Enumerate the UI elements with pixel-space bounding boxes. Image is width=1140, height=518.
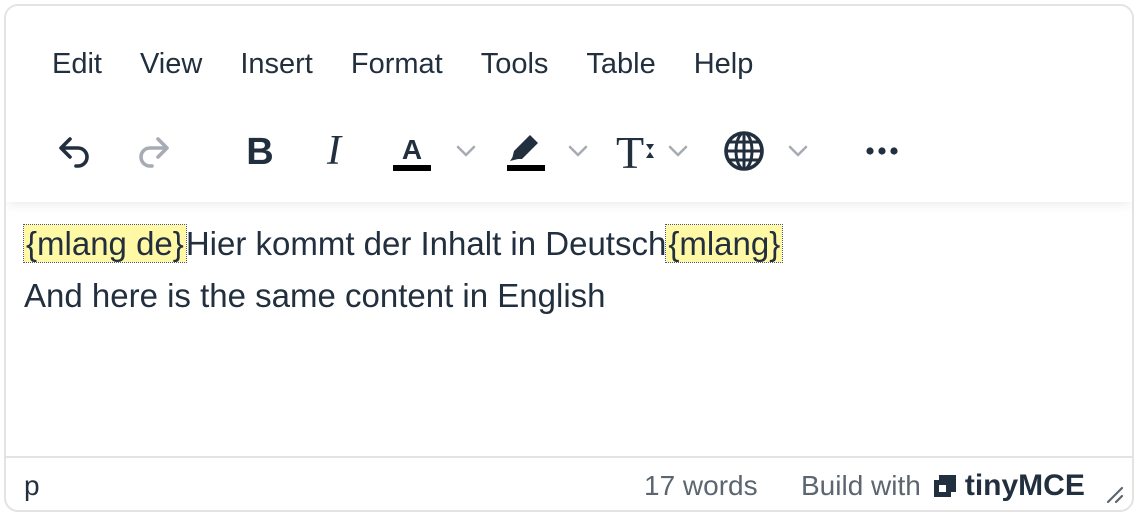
statusbar: p 17 words Build with tinyMCE	[6, 456, 1132, 510]
menu-table[interactable]: Table	[567, 40, 674, 88]
italic-button[interactable]: I	[306, 121, 362, 181]
branding-name: tinyMCE	[964, 469, 1085, 502]
resize-handle-icon[interactable]	[1102, 482, 1124, 504]
text-color-dropdown[interactable]	[454, 121, 478, 181]
font-size-icon: T	[616, 128, 654, 174]
language-dropdown[interactable]	[786, 121, 810, 181]
toolbar: B I A T	[6, 121, 1132, 181]
mlang-open-tag[interactable]: {mlang de}	[23, 224, 187, 263]
language-button[interactable]	[718, 121, 770, 181]
paragraph-german[interactable]: {mlang de}Hier kommt der Inhalt in Deuts…	[23, 218, 1114, 270]
font-size-dropdown[interactable]	[666, 121, 690, 181]
tinymce-logo-icon	[933, 475, 956, 497]
word-count[interactable]: 17 words	[644, 466, 758, 506]
language-globe-icon	[724, 131, 764, 171]
highlight-dropdown[interactable]	[566, 121, 590, 181]
editor-header: Edit View Insert Format Tools Table Help	[6, 6, 1132, 202]
german-text: Hier kommt der Inhalt in Deutsch	[185, 225, 667, 262]
menu-tools[interactable]: Tools	[462, 40, 568, 88]
text-color-icon: A	[393, 134, 431, 171]
redo-button[interactable]	[126, 121, 182, 181]
text-color-button[interactable]: A	[386, 121, 438, 181]
font-size-button[interactable]: T	[610, 121, 660, 181]
chevron-down-icon	[668, 145, 688, 157]
undo-button[interactable]	[46, 121, 102, 181]
editor-container: Edit View Insert Format Tools Table Help	[4, 4, 1134, 512]
chevron-down-icon	[568, 145, 588, 157]
svg-text:A: A	[402, 134, 422, 165]
menu-help[interactable]: Help	[675, 40, 773, 88]
undo-icon	[59, 137, 89, 168]
svg-text:T: T	[616, 128, 644, 174]
element-path[interactable]: p	[24, 466, 40, 506]
more-icon	[866, 147, 898, 155]
menu-insert[interactable]: Insert	[221, 40, 332, 88]
svg-text:I: I	[326, 131, 343, 171]
italic-icon: I	[326, 131, 343, 171]
svg-text:B: B	[246, 131, 273, 171]
highlight-icon	[507, 135, 545, 171]
more-button[interactable]	[854, 121, 910, 181]
chevron-down-icon	[456, 145, 476, 157]
highlight-button[interactable]	[500, 121, 552, 181]
bold-button[interactable]: B	[232, 121, 288, 181]
paragraph-english[interactable]: And here is the same content in English	[24, 270, 1114, 322]
chevron-down-icon	[788, 145, 808, 157]
menu-edit[interactable]: Edit	[34, 40, 121, 88]
menu-format[interactable]: Format	[332, 40, 462, 88]
branding-link[interactable]: Build with tinyMCE	[801, 464, 1085, 508]
mlang-close-tag[interactable]: {mlang}	[665, 224, 784, 263]
branding-prefix: Build with	[801, 470, 921, 501]
redo-icon	[139, 137, 169, 168]
menu-view[interactable]: View	[121, 40, 221, 88]
menubar: Edit View Insert Format Tools Table Help	[34, 40, 772, 88]
editor-content[interactable]: {mlang de}Hier kommt der Inhalt in Deuts…	[6, 202, 1132, 456]
bold-icon: B	[246, 131, 273, 171]
